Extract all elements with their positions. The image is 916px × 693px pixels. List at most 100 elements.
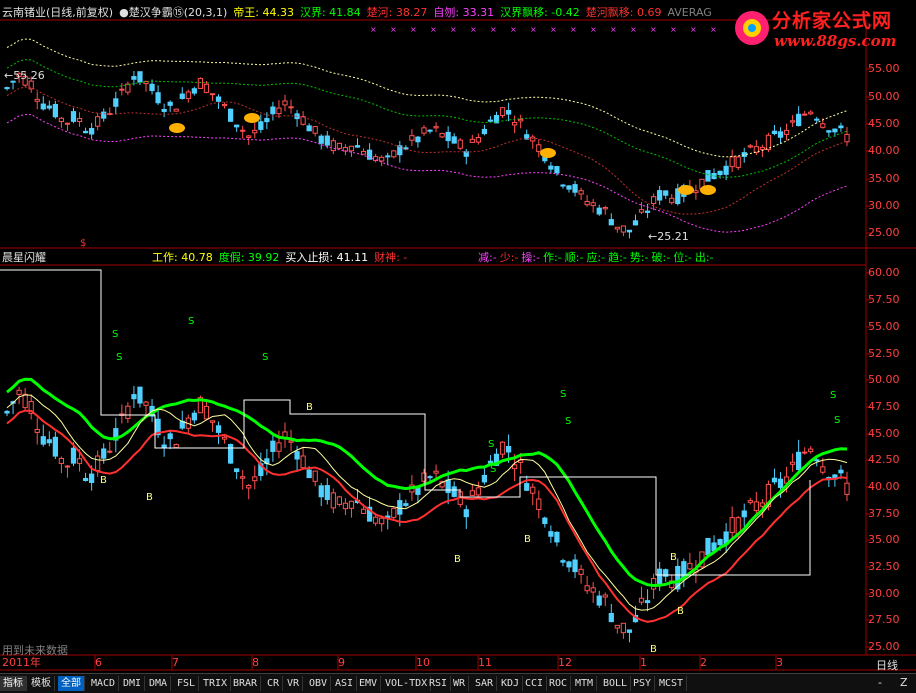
money-signal-icon: $ bbox=[80, 238, 86, 249]
nav-button[interactable]: Z bbox=[900, 676, 908, 689]
tab-emv[interactable]: EMV bbox=[356, 676, 382, 691]
tab-wr[interactable]: WR bbox=[450, 676, 470, 691]
upper-candle bbox=[814, 118, 820, 121]
date-axis-tick: 6 bbox=[95, 656, 102, 669]
tab-macd[interactable]: MACD bbox=[88, 676, 120, 691]
lower-axis-tick: 25.00 bbox=[868, 640, 900, 653]
tab-fsl[interactable]: FSL bbox=[174, 676, 200, 691]
tab-rsi[interactable]: RSI bbox=[426, 676, 452, 691]
upper-candle bbox=[481, 128, 488, 135]
sell-signal: S bbox=[565, 416, 571, 427]
lower-candle bbox=[838, 469, 844, 474]
upper-signal-mark: × bbox=[450, 25, 457, 34]
logo-url: www.88gs.com bbox=[774, 32, 897, 50]
tab-roc[interactable]: ROC bbox=[546, 676, 572, 691]
lower-candle bbox=[167, 433, 173, 440]
tab-obv[interactable]: OBV bbox=[306, 676, 332, 691]
chart-canvas[interactable]: × × × × × × × × × × × × × × × × × × S S S S S S S S S S B B B B B B B B $ bbox=[0, 0, 916, 692]
tab-mcst[interactable]: MCST bbox=[656, 676, 688, 691]
tab-cr[interactable]: CR bbox=[264, 676, 284, 691]
lower-candle bbox=[505, 446, 512, 453]
gold-ingot-icon bbox=[540, 148, 556, 158]
tab-asi[interactable]: ASI bbox=[332, 676, 358, 691]
upper-indicator-item: 汉界飘移: -0.42 bbox=[500, 6, 580, 19]
lower-chart-values: 工作: 40.78 度假: 39.92 买入止损: 41.11 财神: - bbox=[152, 251, 413, 265]
upper-candle bbox=[155, 92, 161, 104]
lower-axis-tick: 40.00 bbox=[868, 480, 900, 493]
upper-candle bbox=[638, 209, 645, 213]
buy-signal: B bbox=[670, 552, 677, 563]
lower-chart-title: 晨星闪耀 bbox=[2, 251, 46, 264]
lower-candle bbox=[318, 485, 324, 498]
period-indicator[interactable]: 日线 bbox=[876, 657, 898, 673]
upper-candle bbox=[246, 135, 252, 139]
upper-candle bbox=[844, 133, 850, 143]
series-chuhe-line bbox=[6, 86, 848, 215]
upper-candle bbox=[439, 132, 445, 138]
tab-mtm[interactable]: MTM bbox=[572, 676, 598, 691]
upper-candle bbox=[354, 145, 361, 148]
tab-dmi[interactable]: DMI bbox=[120, 676, 146, 691]
tab-cci[interactable]: CCI bbox=[522, 676, 548, 691]
lower-candle bbox=[705, 537, 711, 556]
lower-candle bbox=[759, 502, 765, 507]
upper-candle bbox=[723, 165, 729, 175]
signal-item: 破:- bbox=[651, 251, 671, 264]
upper-candle bbox=[475, 136, 481, 143]
upper-candle bbox=[125, 83, 131, 93]
lower-axis-tick: 52.50 bbox=[868, 347, 900, 360]
lower-axis-tick: 37.50 bbox=[868, 507, 900, 520]
upper-candle bbox=[197, 78, 204, 89]
tab-psy[interactable]: PSY bbox=[630, 676, 656, 691]
lower-axis-tick: 57.50 bbox=[868, 293, 900, 306]
lower-candle bbox=[403, 503, 409, 506]
upper-candle bbox=[185, 91, 191, 100]
upper-candle bbox=[282, 100, 288, 106]
stock-title: 云南锗业(日线,前复权) bbox=[2, 6, 114, 19]
upper-candle bbox=[487, 119, 494, 122]
tab-dma[interactable]: DMA bbox=[146, 676, 172, 691]
upper-candle bbox=[826, 130, 832, 133]
stop-line bbox=[6, 409, 848, 623]
tab-trix[interactable]: TRIX bbox=[200, 676, 232, 691]
lower-candle bbox=[143, 401, 149, 406]
lower-candle bbox=[469, 490, 475, 496]
lower-candle bbox=[584, 585, 590, 592]
upper-candle bbox=[252, 129, 258, 134]
upper-candle bbox=[536, 144, 542, 153]
lower-candle bbox=[312, 470, 318, 482]
lower-candle bbox=[173, 444, 179, 449]
indicator-tab-bar: 指标 模板 全部 MACD DMI DMA FSL TRIX BRAR CR VR OBV ASI EMV… bbox=[0, 673, 916, 693]
signal-item: 势:- bbox=[629, 251, 649, 264]
tab-全部[interactable]: 全部 bbox=[58, 676, 85, 691]
indicator-name[interactable]: ●楚汉争霸⑮(20,3,1) bbox=[119, 6, 227, 19]
sell-signal: S bbox=[560, 389, 566, 400]
lower-candle bbox=[203, 405, 210, 420]
upper-candle bbox=[789, 120, 796, 123]
lower-candle bbox=[252, 476, 258, 482]
tab-sar[interactable]: SAR bbox=[472, 676, 498, 691]
tab-kdj[interactable]: KDJ bbox=[498, 676, 524, 691]
lower-candle bbox=[294, 451, 300, 460]
lower-candle bbox=[209, 420, 216, 423]
nav-button[interactable]: - bbox=[878, 676, 882, 689]
upper-candle bbox=[421, 127, 427, 134]
tab-模板[interactable]: 模板 bbox=[28, 676, 55, 691]
tab-指标[interactable]: 指标 bbox=[0, 676, 27, 691]
tab-vr[interactable]: VR bbox=[284, 676, 304, 691]
upper-candle bbox=[663, 190, 669, 196]
upper-candle bbox=[747, 145, 753, 148]
upper-candle bbox=[203, 83, 210, 93]
upper-candle bbox=[4, 87, 10, 90]
tab-boll[interactable]: BOLL bbox=[600, 676, 632, 691]
lower-candle bbox=[753, 501, 759, 512]
upper-signal-mark: × bbox=[430, 25, 437, 34]
upper-axis-tick: 55.00 bbox=[868, 62, 900, 75]
upper-candle bbox=[34, 98, 40, 102]
lower-candle bbox=[596, 595, 602, 606]
tab-vol-tdx[interactable]: VOL-TDX bbox=[382, 676, 432, 691]
lower-candle bbox=[729, 517, 735, 533]
tab-brar[interactable]: BRAR bbox=[230, 676, 262, 691]
lower-candle bbox=[107, 450, 113, 453]
upper-candle bbox=[46, 105, 52, 109]
